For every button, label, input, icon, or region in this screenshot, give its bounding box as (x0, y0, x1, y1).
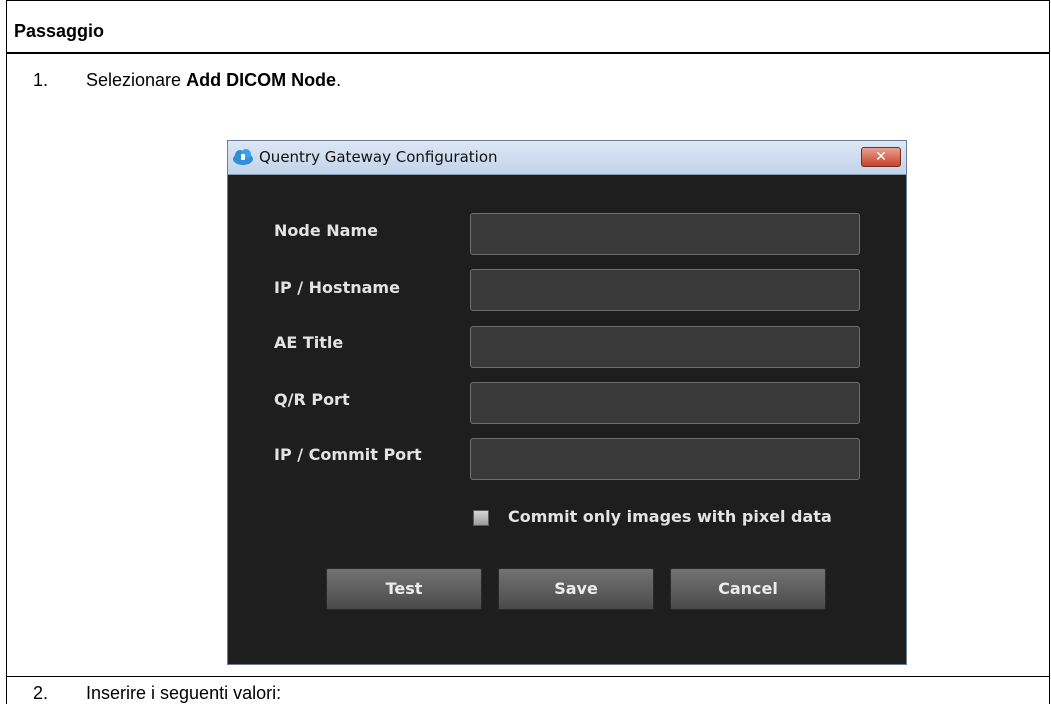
close-icon: ✕ (875, 149, 887, 165)
node-name-input[interactable] (470, 213, 860, 255)
commit-port-label: IP / Commit Port (274, 445, 422, 464)
ip-hostname-label: IP / Hostname (274, 278, 400, 297)
dialog-title: Quentry Gateway Configuration (259, 148, 498, 166)
table-row-divider (6, 676, 1050, 677)
save-button[interactable]: Save (498, 568, 654, 610)
ae-title-label: AE Title (274, 333, 344, 352)
table-border-right (1049, 0, 1050, 704)
commit-pixel-data-checkbox[interactable] (473, 510, 489, 526)
table-header: Passaggio (14, 21, 105, 41)
step-1-bold: Add DICOM Node (186, 70, 337, 90)
step-1-prefix: Selezionare (86, 70, 187, 90)
commit-port-input[interactable] (470, 438, 860, 480)
table-border-left (6, 0, 7, 704)
ip-hostname-input[interactable] (470, 269, 860, 311)
step-2-text: Inserire i seguenti valori: (86, 683, 282, 703)
step-1-text: Selezionare Add DICOM Node. (86, 70, 341, 91)
step-1-number: 1. (33, 70, 49, 90)
cloud-app-icon (233, 149, 253, 165)
gateway-config-dialog: Quentry Gateway Configuration ✕ Node Nam… (228, 141, 906, 664)
dialog-titlebar[interactable]: Quentry Gateway Configuration ✕ (228, 141, 906, 175)
qr-port-label: Q/R Port (274, 390, 350, 409)
close-button[interactable]: ✕ (861, 147, 901, 167)
node-name-label: Node Name (274, 221, 378, 240)
table-border-top (6, 0, 1050, 1)
commit-pixel-data-label: Commit only images with pixel data (508, 507, 832, 526)
document-page: Passaggio 1. Selezionare Add DICOM Node.… (0, 0, 1051, 704)
ae-title-input[interactable] (470, 326, 860, 368)
step-2-number: 2. (33, 683, 49, 703)
step-1-suffix: . (336, 70, 342, 90)
table-header-divider (6, 52, 1050, 54)
cancel-button[interactable]: Cancel (670, 568, 826, 610)
qr-port-input[interactable] (470, 382, 860, 424)
test-button[interactable]: Test (326, 568, 482, 610)
